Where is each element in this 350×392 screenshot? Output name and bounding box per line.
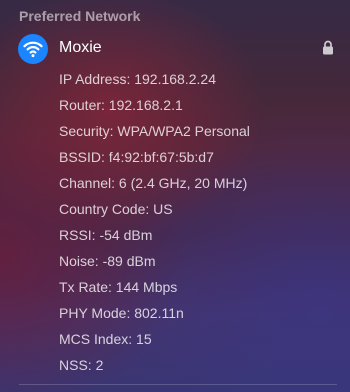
divider	[19, 384, 337, 385]
detail-channel: Channel: 6 (2.4 GHz, 20 MHz)	[59, 175, 248, 191]
network-name: Moxie	[59, 39, 102, 56]
lock-icon	[322, 40, 334, 60]
detail-tx-rate: Tx Rate: 144 Mbps	[59, 279, 178, 295]
detail-rssi: RSSI: -54 dBm	[59, 227, 153, 243]
section-header: Preferred Network	[19, 8, 141, 24]
detail-country-code: Country Code: US	[59, 201, 173, 217]
detail-noise: Noise: -89 dBm	[59, 253, 156, 269]
network-item-moxie[interactable]: Moxie	[18, 34, 338, 64]
wifi-icon	[18, 34, 48, 64]
detail-bssid: BSSID: f4:92:bf:67:5b:d7	[59, 149, 214, 165]
detail-mcs-index: MCS Index: 15	[59, 331, 152, 347]
detail-nss: NSS: 2	[59, 357, 104, 373]
network-menu-panel: Preferred Network Moxie IP Address: 192.…	[0, 0, 350, 392]
detail-security: Security: WPA/WPA2 Personal	[59, 123, 250, 139]
network-details-list: IP Address: 192.168.2.24 Router: 192.168…	[59, 71, 250, 383]
detail-ip-address: IP Address: 192.168.2.24	[59, 71, 216, 87]
detail-router: Router: 192.168.2.1	[59, 97, 183, 113]
detail-phy-mode: PHY Mode: 802.11n	[59, 305, 184, 321]
